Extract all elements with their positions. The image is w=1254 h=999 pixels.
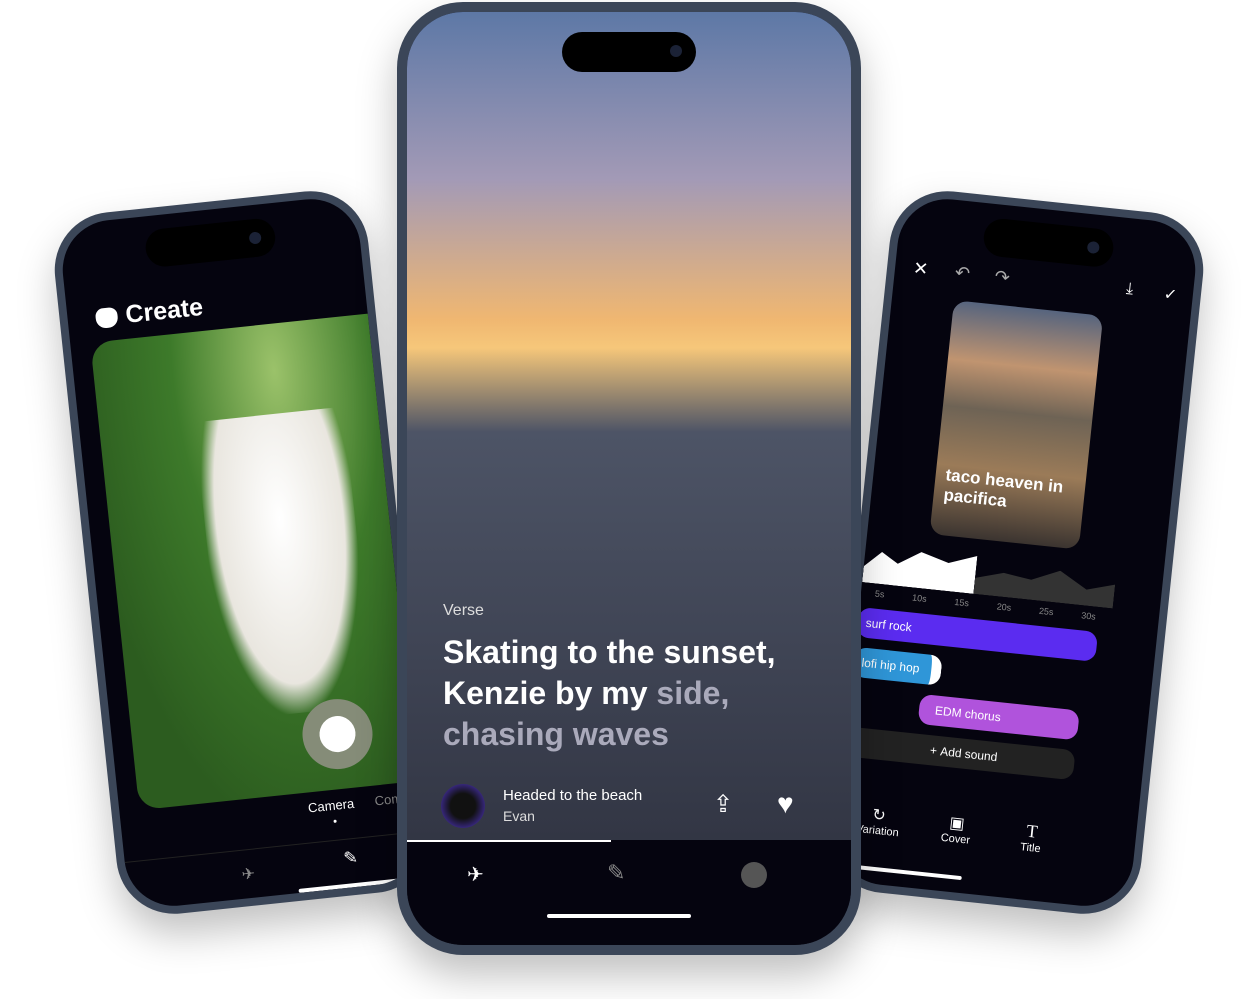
lyrics: Skating to the sunset, Kenzie by my side… (443, 634, 776, 752)
photo-caption: taco heaven in pacifica (942, 465, 1065, 511)
heart-icon[interactable]: ♥ (777, 788, 794, 820)
track-edm-chorus[interactable]: EDM chorus (917, 693, 1080, 741)
tab-bar: ✈ ✎ (407, 840, 851, 945)
waveform-played (862, 542, 978, 593)
text-icon: T (1025, 820, 1039, 842)
track-lofi-hip-hop[interactable]: lofi hip hop (852, 646, 943, 686)
profile-icon[interactable] (741, 862, 767, 888)
page-title: Create (124, 292, 205, 329)
left-phone: Create Camera Compose ✈ ✎ (49, 185, 436, 920)
download-icon[interactable]: ⤓ (1125, 280, 1134, 299)
mode-camera[interactable]: Camera (307, 796, 355, 816)
avatar[interactable] (441, 784, 485, 828)
right-phone: ✕ ↶ ↷ ⤓ ✓ taco heaven in pacifica 5s 10s 1… (822, 185, 1209, 920)
center-phone: Verse Skating to the sunset, Kenzie by m… (397, 2, 861, 955)
song-title[interactable]: Headed to the beach (503, 787, 642, 804)
share-icon[interactable]: ⇪ (713, 790, 733, 819)
create-logo-icon (94, 306, 119, 329)
telescope-icon[interactable]: ✈ (467, 862, 484, 887)
cover-photo: taco heaven in pacifica (929, 300, 1104, 550)
camera-preview (90, 311, 428, 811)
author-name[interactable]: Evan (503, 808, 535, 824)
title-button[interactable]: T Title (1020, 820, 1044, 855)
compose-icon[interactable]: ✎ (607, 860, 625, 886)
dog-photo (194, 406, 375, 721)
redo-icon[interactable]: ↷ (994, 266, 1011, 288)
confirm-icon[interactable]: ✓ (1163, 284, 1178, 305)
variation-button[interactable]: ↻ Variation (856, 803, 902, 840)
playback-progress[interactable] (407, 840, 612, 842)
telescope-icon[interactable]: ✈ (241, 864, 256, 885)
close-icon[interactable]: ✕ (912, 258, 929, 280)
section-label: Verse (443, 602, 484, 619)
undo-icon[interactable]: ↶ (954, 262, 971, 284)
cover-button[interactable]: ▣ Cover (940, 812, 973, 847)
create-header: Create (94, 293, 204, 333)
compose-icon[interactable]: ✎ (343, 848, 359, 869)
